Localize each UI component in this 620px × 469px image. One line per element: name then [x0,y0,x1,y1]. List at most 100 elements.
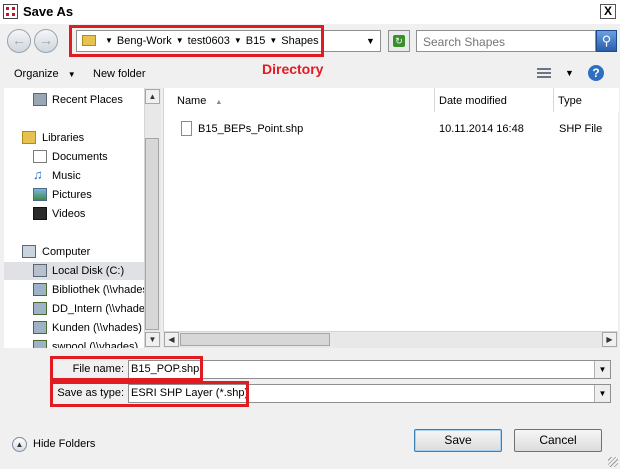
documents-icon [33,150,47,163]
sidebar-item-label: Videos [52,208,86,220]
save-type-label: Save as type: [57,387,124,399]
videos-icon [33,207,47,220]
breadcrumb-arrow-icon[interactable]: ▼ [234,36,242,45]
navigation-pane: Recent Places Libraries Documents ♫ Musi… [4,88,161,348]
view-options-icon[interactable] [537,68,551,79]
sidebar-item-label: Bibliothek (\\vhades [52,284,148,296]
music-icon: ♫ [33,167,43,182]
search-input[interactable] [421,32,595,52]
hide-folders-label: Hide Folders [33,438,96,450]
breadcrumb-item[interactable]: Beng-Work [117,35,172,47]
sidebar-item-computer[interactable]: Computer [4,243,146,261]
title-bar: Save As X [0,0,620,25]
sidebar-item-label: swpool (\\vhades) [52,341,139,348]
libraries-icon [22,131,36,144]
network-drive-icon [33,283,47,296]
sidebar-item-libraries[interactable]: Libraries [4,129,146,147]
local-disk-icon [33,264,47,277]
computer-icon [22,245,36,258]
window-title: Save As [23,4,74,19]
search-icon[interactable]: ⚲ [596,30,617,52]
help-icon[interactable]: ? [588,65,604,81]
network-drive-icon [33,321,47,334]
sort-arrow-icon: ▲ [215,99,223,106]
sidebar-item-label: Computer [42,246,91,258]
organize-button[interactable]: Organize ▼ [14,68,76,80]
sidebar-item-label: DD_Intern (\\vhade [52,303,145,315]
file-list-scroll-thumb[interactable] [180,333,330,346]
sidebar-item-swpool[interactable]: swpool (\\vhades) [4,338,146,348]
chevron-up-icon: ▲ [12,437,27,452]
refresh-button[interactable]: ↻ [388,30,410,52]
file-list: Name ▲ Date modified Type B15_BEPs_Point… [163,88,619,348]
sidebar-item-kunden[interactable]: Kunden (\\vhades) [4,319,146,337]
sidebar-item-pictures[interactable]: Pictures [4,186,146,204]
sidebar-item-bibliothek[interactable]: Bibliothek (\\vhades [4,281,148,299]
pictures-icon [33,188,47,201]
breadcrumb-item[interactable]: Shapes [281,35,318,47]
file-name-field[interactable]: B15_POP.shp ▼ [128,360,611,379]
scroll-down-icon[interactable]: ▼ [145,332,160,347]
save-type-select[interactable]: ESRI SHP Layer (*.shp) ▼ [128,384,611,403]
scroll-right-icon[interactable]: ▶ [602,332,617,347]
chevron-down-icon: ▼ [67,70,76,79]
address-bar[interactable]: ▼ Beng-Work ▼ test0603 ▼ B15 ▼ Shapes [76,30,381,52]
file-name: B15_BEPs_Point.shp [198,123,304,135]
save-type-value: ESRI SHP Layer (*.shp) [131,387,249,399]
forward-arrow-icon[interactable]: → [34,29,58,53]
breadcrumb-item[interactable]: B15 [246,35,266,47]
scroll-up-icon[interactable]: ▲ [145,89,160,104]
resize-grip-icon[interactable] [608,457,618,467]
column-header-type[interactable]: Type [554,88,619,112]
breadcrumb-item[interactable]: test0603 [188,35,230,47]
sidebar-item-label: Pictures [52,189,92,201]
breadcrumb-arrow-icon[interactable]: ▼ [176,36,184,45]
directory-annotation: Directory [262,61,324,77]
breadcrumb: ▼ Beng-Work ▼ test0603 ▼ B15 ▼ Shapes [101,35,319,47]
sidebar-item-label: Music [52,170,81,182]
table-row[interactable]: B15_BEPs_Point.shp 10.11.2014 16:48 SHP … [164,120,619,140]
recent-places-icon [33,93,47,106]
sidebar-item-dd-intern[interactable]: DD_Intern (\\vhade [4,300,146,318]
file-name-value: B15_POP.shp [131,363,200,375]
close-button[interactable]: X [600,4,616,19]
refresh-icon: ↻ [393,35,405,47]
scroll-left-icon[interactable]: ◀ [164,332,179,347]
save-as-dialog: Save As X ← → ▼ Beng-Work ▼ test0603 ▼ B15 ▼ Sh… [0,0,620,469]
save-button[interactable]: Save [414,429,502,452]
sidebar-item-label: Recent Places [52,94,123,106]
sidebar-item-videos[interactable]: Videos [4,205,146,223]
sidebar-item-documents[interactable]: Documents [4,148,146,166]
file-date: 10.11.2014 16:48 [439,123,524,135]
sidebar-item-label: Documents [52,151,108,163]
network-drive-icon [33,340,47,348]
sidebar-item-label: Local Disk (C:) [52,265,125,277]
sidebar-item-label: Libraries [42,132,85,144]
address-dropdown-icon[interactable]: ▼ [366,36,375,46]
sidebar-item-recent-places[interactable]: Recent Places [4,91,146,109]
column-header-name[interactable]: Name ▲ [164,88,435,112]
sidebar-item-local-disk[interactable]: Local Disk (C:) [4,262,146,280]
back-arrow-icon[interactable]: ← [7,29,31,53]
file-type: SHP File [559,123,603,135]
app-icon [3,4,18,19]
search-box[interactable] [416,30,596,52]
network-drive-icon [33,302,47,315]
cancel-button[interactable]: Cancel [514,429,602,452]
hide-folders-button[interactable]: ▲ Hide Folders [10,434,98,455]
sidebar-item-label: Kunden (\\vhades) [52,322,142,334]
organize-label: Organize [14,68,59,80]
new-folder-button[interactable]: New folder [93,68,146,80]
chevron-down-icon[interactable]: ▼ [594,385,610,402]
view-dropdown-icon[interactable]: ▼ [565,68,574,78]
breadcrumb-arrow-icon[interactable]: ▼ [105,36,113,45]
chevron-down-icon[interactable]: ▼ [594,361,610,378]
column-header-label: Name [177,95,207,107]
column-header-date[interactable]: Date modified [435,88,554,112]
sidebar-item-music[interactable]: ♫ Music [4,167,146,185]
file-name-label: File name: [72,363,124,375]
file-icon [181,121,192,136]
folder-icon [82,35,96,46]
navigation-scroll-thumb[interactable] [145,138,159,330]
breadcrumb-arrow-icon[interactable]: ▼ [269,36,277,45]
